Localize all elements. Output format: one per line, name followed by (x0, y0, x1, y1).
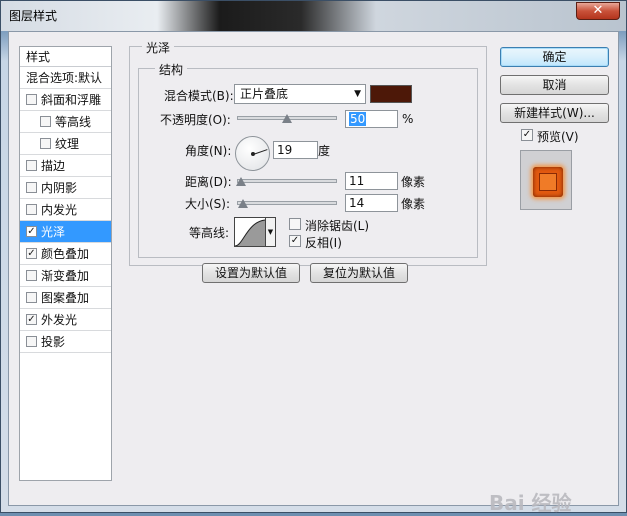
preview-checkbox[interactable]: ✓ (521, 129, 533, 141)
style-item-label: 外发光 (41, 313, 78, 327)
style-item-checkbox[interactable] (40, 116, 51, 127)
blend-mode-dropdown[interactable]: 正片叠底 ▼ (234, 84, 366, 104)
style-item-checkbox[interactable] (40, 138, 51, 149)
distance-slider-thumb[interactable] (236, 177, 247, 186)
distance-unit: 像素 (401, 175, 426, 189)
style-item[interactable]: 描边 (20, 155, 111, 177)
layer-style-dialog: 图层样式 ✕ 样式 混合选项:默认 斜面和浮雕 等高线 纹理 描边 内阴影 内发光 ✓ 光泽 ✓… (0, 0, 627, 515)
style-item[interactable]: ✓ 颜色叠加 (20, 243, 111, 265)
style-item-label: 光泽 (41, 225, 66, 239)
satin-group-title: 光泽 (142, 39, 175, 56)
size-slider-thumb[interactable] (237, 199, 248, 208)
style-item[interactable]: 内阴影 (20, 177, 111, 199)
style-item-checkbox[interactable]: ✓ (26, 314, 37, 325)
blend-options-item[interactable]: 混合选项:默认 (20, 67, 111, 89)
new-style-button[interactable]: 新建样式(W)... (500, 103, 609, 123)
blend-mode-value: 正片叠底 (240, 87, 289, 101)
dialog-client-area: 样式 混合选项:默认 斜面和浮雕等高线纹理描边内阴影内发光 ✓ 光泽 ✓ 颜色叠加渐变叠… (8, 31, 619, 515)
contour-picker[interactable] (234, 217, 266, 247)
distance-label: 距离(D): (185, 175, 232, 189)
style-item-label: 等高线 (55, 115, 92, 129)
dialog-title: 图层样式 (9, 9, 58, 23)
style-item[interactable]: ✓ 外发光 (20, 309, 111, 331)
style-item-label: 渐变叠加 (41, 269, 90, 283)
style-item[interactable]: ✓ 光泽 (20, 221, 111, 243)
distance-input[interactable]: 11 (345, 172, 398, 190)
style-item-label: 颜色叠加 (41, 247, 90, 261)
title-bar[interactable]: 图层样式 ✕ (1, 1, 626, 31)
style-item-checkbox[interactable] (26, 336, 37, 347)
angle-dial[interactable] (235, 136, 270, 171)
blend-color-swatch[interactable] (370, 85, 412, 103)
opacity-slider-thumb[interactable] (282, 114, 292, 123)
size-unit: 像素 (401, 197, 426, 211)
style-item-label: 图案叠加 (41, 291, 90, 305)
style-item-label: 投影 (41, 335, 66, 349)
structure-group-title: 结构 (155, 61, 188, 78)
style-preview (520, 150, 572, 210)
preview-label: 预览(V) (537, 130, 579, 144)
style-item[interactable]: 纹理 (20, 133, 111, 155)
opacity-label: 不透明度(O): (160, 113, 231, 127)
baidu-watermark: Bai 经验 (489, 491, 572, 515)
angle-label: 角度(N): (185, 144, 232, 158)
style-item-checkbox[interactable] (26, 94, 37, 105)
style-item[interactable]: 等高线 (20, 111, 111, 133)
style-item[interactable]: 图案叠加 (20, 287, 111, 309)
blend-mode-label: 混合模式(B): (164, 89, 234, 103)
style-item-label: 内阴影 (41, 181, 78, 195)
close-button[interactable]: ✕ (576, 2, 620, 20)
style-item[interactable]: 投影 (20, 331, 111, 353)
angle-input[interactable]: 19 (273, 141, 318, 159)
reset-to-default-button[interactable]: 复位为默认值 (310, 263, 408, 283)
styles-list: 样式 混合选项:默认 斜面和浮雕等高线纹理描边内阴影内发光 ✓ 光泽 ✓ 颜色叠加渐变叠… (19, 46, 112, 481)
anti-alias-label: 消除锯齿(L) (305, 219, 370, 233)
opacity-unit: % (402, 112, 414, 126)
style-item-label: 斜面和浮雕 (41, 93, 102, 107)
size-slider-track[interactable] (237, 201, 337, 205)
contour-dropdown-arrow[interactable]: ▼ (266, 217, 276, 247)
style-item[interactable]: 渐变叠加 (20, 265, 111, 287)
preview-thumbnail (533, 167, 563, 197)
set-as-default-button[interactable]: 设置为默认值 (202, 263, 300, 283)
angle-dial-needle (253, 149, 268, 155)
style-item-checkbox[interactable]: ✓ (26, 226, 37, 237)
chevron-down-icon: ▼ (354, 89, 361, 99)
style-item-label: 描边 (41, 159, 66, 173)
invert-checkbox[interactable]: ✓ (289, 235, 301, 247)
style-item-checkbox[interactable]: ✓ (26, 248, 37, 259)
anti-alias-checkbox[interactable] (289, 218, 301, 230)
style-item-checkbox[interactable] (26, 292, 37, 303)
style-item[interactable]: 斜面和浮雕 (20, 89, 111, 111)
style-item-label: 纹理 (55, 137, 80, 151)
size-input[interactable]: 14 (345, 194, 398, 212)
distance-slider-track[interactable] (237, 179, 337, 183)
cancel-button[interactable]: 取消 (500, 75, 609, 95)
contour-label: 等高线: (189, 226, 230, 240)
contour-curve-icon (235, 219, 265, 246)
style-item[interactable]: 内发光 (20, 199, 111, 221)
style-item-checkbox[interactable] (26, 160, 37, 171)
invert-label: 反相(I) (305, 236, 342, 250)
style-item-checkbox[interactable] (26, 270, 37, 281)
style-item-label: 内发光 (41, 203, 78, 217)
ok-button[interactable]: 确定 (500, 47, 609, 67)
style-item-checkbox[interactable] (26, 182, 37, 193)
style-item-checkbox[interactable] (26, 204, 37, 215)
opacity-input[interactable]: 50 (345, 110, 398, 128)
size-label: 大小(S): (185, 197, 231, 211)
angle-unit: 度 (318, 144, 331, 158)
styles-list-header[interactable]: 样式 (20, 47, 111, 67)
